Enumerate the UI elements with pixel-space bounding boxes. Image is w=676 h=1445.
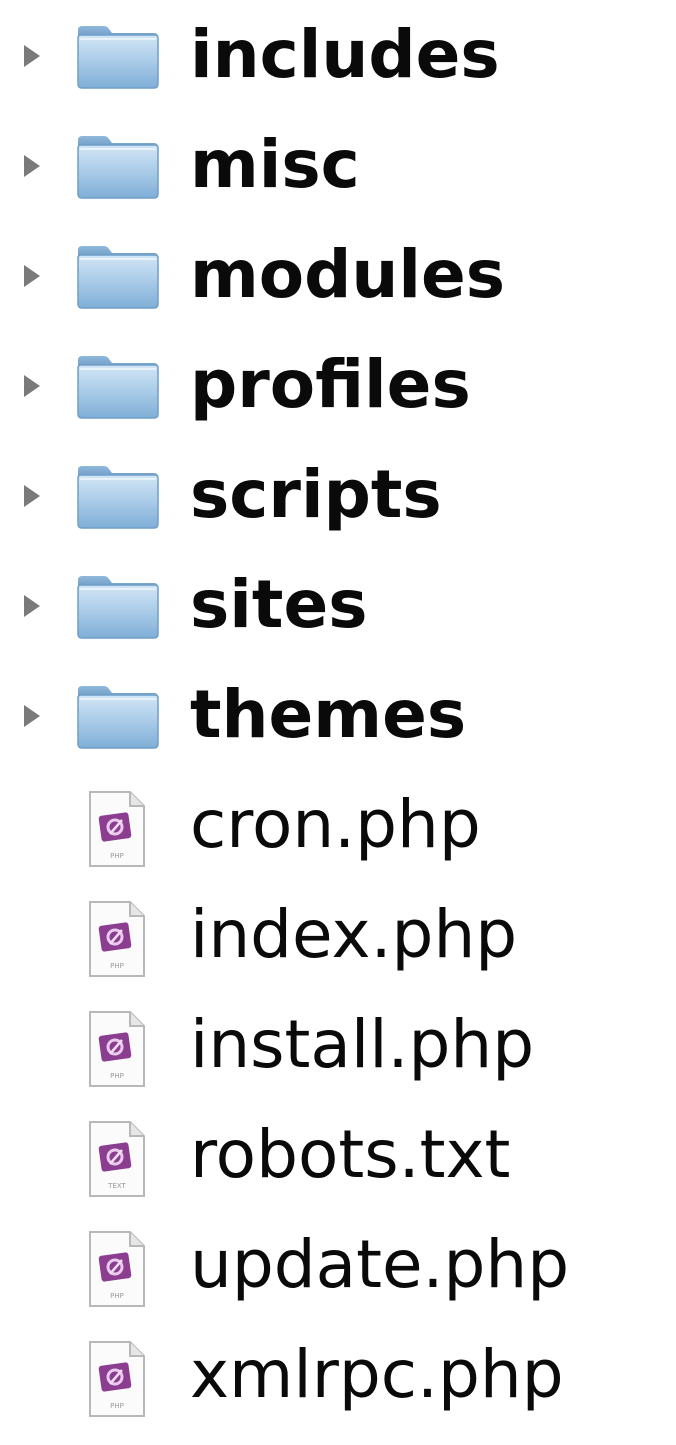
file-row[interactable]: PHP install.php [0, 990, 676, 1100]
folder-row[interactable]: sites [0, 550, 676, 660]
file-name: robots.txt [190, 1116, 511, 1193]
folder-name: profiles [190, 346, 471, 423]
folder-icon [76, 682, 160, 750]
file-row[interactable]: PHP index.php [0, 880, 676, 990]
file-row[interactable]: PHP cron.php [0, 770, 676, 880]
folder-name: includes [190, 16, 500, 93]
folder-row[interactable]: misc [0, 110, 676, 220]
file-name: xmlrpc.php [190, 1336, 564, 1413]
folder-row[interactable]: modules [0, 220, 676, 330]
folder-icon [76, 242, 160, 310]
php-file-icon: TEXT [86, 1120, 148, 1198]
folder-row[interactable]: includes [0, 0, 676, 110]
disclosure-triangle-icon[interactable] [24, 375, 40, 397]
folder-row[interactable]: scripts [0, 440, 676, 550]
file-name: install.php [190, 1006, 535, 1083]
svg-text:PHP: PHP [110, 852, 124, 860]
svg-text:TEXT: TEXT [107, 1182, 126, 1190]
folder-name: modules [190, 236, 506, 313]
folder-name: misc [190, 126, 360, 203]
folder-row[interactable]: profiles [0, 330, 676, 440]
svg-text:PHP: PHP [110, 1402, 124, 1410]
folder-name: scripts [190, 456, 442, 533]
disclosure-triangle-icon[interactable] [24, 45, 40, 67]
file-row[interactable]: PHP update.php [0, 1210, 676, 1320]
php-file-icon: PHP [86, 790, 148, 868]
file-name: index.php [190, 896, 518, 973]
disclosure-triangle-icon[interactable] [24, 155, 40, 177]
svg-text:PHP: PHP [110, 1072, 124, 1080]
folder-icon [76, 22, 160, 90]
folder-icon [76, 572, 160, 640]
php-file-icon: PHP [86, 1340, 148, 1418]
disclosure-triangle-icon[interactable] [24, 595, 40, 617]
folder-row[interactable]: themes [0, 660, 676, 770]
php-file-icon: PHP [86, 1010, 148, 1088]
folder-name: themes [190, 676, 467, 753]
svg-text:PHP: PHP [110, 962, 124, 970]
disclosure-triangle-icon[interactable] [24, 705, 40, 727]
file-name: cron.php [190, 786, 481, 863]
file-row[interactable]: PHP xmlrpc.php [0, 1320, 676, 1430]
file-name: update.php [190, 1226, 570, 1303]
folder-name: sites [190, 566, 368, 643]
folder-icon [76, 462, 160, 530]
folder-icon [76, 132, 160, 200]
file-row[interactable]: TEXT robots.txt [0, 1100, 676, 1210]
folder-icon [76, 352, 160, 420]
svg-text:PHP: PHP [110, 1292, 124, 1300]
php-file-icon: PHP [86, 1230, 148, 1308]
php-file-icon: PHP [86, 900, 148, 978]
disclosure-triangle-icon[interactable] [24, 485, 40, 507]
disclosure-triangle-icon[interactable] [24, 265, 40, 287]
